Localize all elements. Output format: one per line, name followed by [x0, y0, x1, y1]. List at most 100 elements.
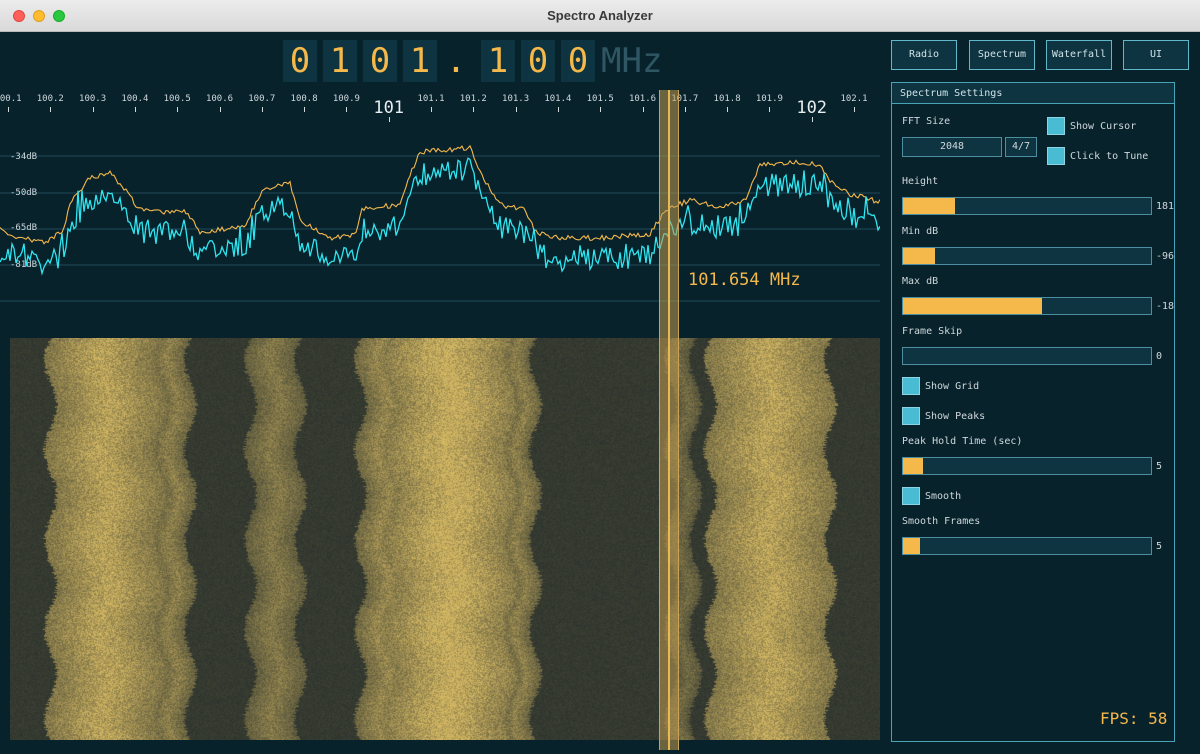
- slider-fill: [903, 248, 936, 264]
- freq-digit[interactable]: 0: [561, 40, 595, 82]
- major-tick-label: 101: [373, 98, 405, 118]
- tick-mark: [684, 107, 686, 112]
- height-slider[interactable]: [902, 197, 1152, 215]
- live-trace: [0, 157, 880, 276]
- smooth-frames-value: 5: [1156, 541, 1163, 552]
- peak-hold-label: Peak Hold Time (sec): [902, 436, 1023, 447]
- freq-digit[interactable]: 0: [521, 40, 555, 82]
- min-db-slider[interactable]: [902, 247, 1152, 265]
- tab-spectrum[interactable]: Spectrum: [969, 40, 1035, 70]
- tick-label: 100.9: [332, 94, 360, 104]
- freq-digit[interactable]: 0: [363, 40, 397, 82]
- tick-label: 100.7: [248, 94, 276, 104]
- click-to-tune-label: Click to Tune: [1070, 151, 1149, 162]
- tick-mark: [769, 107, 771, 112]
- freq-decimal-point: .: [445, 41, 467, 81]
- show-grid-label: Show Grid: [925, 381, 980, 392]
- slider-fill: [903, 298, 1042, 314]
- smooth-checkbox[interactable]: [902, 487, 920, 505]
- show-cursor-label: Show Cursor: [1070, 121, 1137, 132]
- tick-label: 101.4: [544, 94, 572, 104]
- tick-mark: [727, 107, 729, 112]
- tick-mark: [50, 107, 52, 112]
- frame-skip-label: Frame Skip: [902, 326, 963, 337]
- height-value: 181: [1156, 201, 1175, 212]
- tick-label: 101.6: [628, 94, 657, 104]
- fft-size-label: FFT Size: [902, 116, 951, 127]
- tick-mark: [261, 107, 263, 112]
- max-db-slider[interactable]: [902, 297, 1152, 315]
- show-grid-checkbox[interactable]: [902, 377, 920, 395]
- tick-label: 101.9: [755, 94, 783, 104]
- tick-mark: [600, 107, 602, 112]
- window-title: Spectro Analyzer: [547, 8, 653, 23]
- tab-waterfall[interactable]: Waterfall: [1046, 40, 1112, 70]
- tick-mark: [219, 107, 221, 112]
- major-tick-label: 102: [796, 98, 828, 118]
- freq-digit[interactable]: 1: [403, 40, 437, 82]
- smooth-label: Smooth: [925, 491, 962, 502]
- freq-digit[interactable]: 1: [481, 40, 515, 82]
- frame-skip-value: 0: [1156, 351, 1163, 362]
- tick-label: 101.3: [502, 94, 530, 104]
- tick-label: 100.4: [121, 94, 149, 104]
- max-db-label: Max dB: [902, 276, 939, 287]
- smooth-frames-label: Smooth Frames: [902, 516, 981, 527]
- height-label: Height: [902, 176, 939, 187]
- max-db-value: -18: [1156, 301, 1175, 312]
- min-db-value: -96: [1156, 251, 1175, 262]
- spectrum-settings-panel: Spectrum Settings FFT Size 2048 4/7 Show…: [891, 82, 1175, 742]
- slider-fill: [903, 198, 956, 214]
- tick-label: 101.2: [459, 94, 487, 104]
- fft-size-value[interactable]: 2048: [902, 137, 1002, 157]
- tick-label: 100.1: [0, 94, 22, 104]
- tick-mark: [642, 107, 644, 112]
- spectrum-plot[interactable]: -34dB -50dB -65dB -81dB: [0, 120, 880, 335]
- panel-heading: Spectrum Settings: [892, 83, 1174, 104]
- tick-label: 100.6: [205, 94, 234, 104]
- frame-skip-slider[interactable]: [902, 347, 1152, 365]
- tick-mark: [304, 107, 306, 112]
- tick-label: 100.3: [79, 94, 107, 104]
- waterfall-display[interactable]: [10, 338, 880, 740]
- tab-ui[interactable]: UI: [1123, 40, 1189, 70]
- tick-label: 100.8: [290, 94, 318, 104]
- settings-tabs: Radio Spectrum Waterfall UI: [891, 40, 1189, 72]
- fft-size-stepper[interactable]: 4/7: [1005, 137, 1037, 157]
- db-label: -34dB: [10, 152, 37, 162]
- show-peaks-checkbox[interactable]: [902, 407, 920, 425]
- slider-fill: [903, 538, 921, 554]
- tick-label: 101.1: [417, 94, 445, 104]
- tick-mark: [515, 107, 517, 112]
- tuning-cursor-line: [668, 90, 670, 750]
- min-db-label: Min dB: [902, 226, 939, 237]
- tick-label: 101.5: [586, 94, 614, 104]
- freq-digit[interactable]: 0: [283, 40, 317, 82]
- tick-label: 101.8: [713, 94, 741, 104]
- fps-counter: FPS: 58: [1100, 709, 1168, 728]
- smooth-frames-slider[interactable]: [902, 537, 1152, 555]
- slider-fill: [903, 458, 923, 474]
- freq-unit: MHz: [601, 41, 663, 81]
- title-bar: Spectro Analyzer: [0, 0, 1200, 32]
- tick-mark: [473, 107, 475, 112]
- db-label: -81dB: [10, 260, 37, 270]
- tick-mark: [346, 107, 348, 112]
- tick-mark: [854, 107, 855, 112]
- show-cursor-checkbox[interactable]: [1047, 117, 1065, 135]
- cursor-frequency-label: 101.654 MHz: [688, 270, 801, 290]
- tick-label: 100.2: [36, 94, 64, 104]
- tick-mark: [8, 107, 9, 112]
- db-label: -65dB: [10, 223, 37, 233]
- tick-mark: [92, 107, 94, 112]
- peak-hold-slider[interactable]: [902, 457, 1152, 475]
- tick-mark: [134, 107, 136, 112]
- frequency-scale: 100.1 100.2 100.3 100.4 100.5 100.6 100.7 100.8…: [0, 90, 880, 122]
- tick-mark: [557, 107, 559, 112]
- freq-digit[interactable]: 1: [323, 40, 357, 82]
- tab-radio[interactable]: Radio: [891, 40, 957, 70]
- tick-label: 102.1: [840, 94, 868, 104]
- peak-hold-value: 5: [1156, 461, 1163, 472]
- click-to-tune-checkbox[interactable]: [1047, 147, 1065, 165]
- show-peaks-label: Show Peaks: [925, 411, 986, 422]
